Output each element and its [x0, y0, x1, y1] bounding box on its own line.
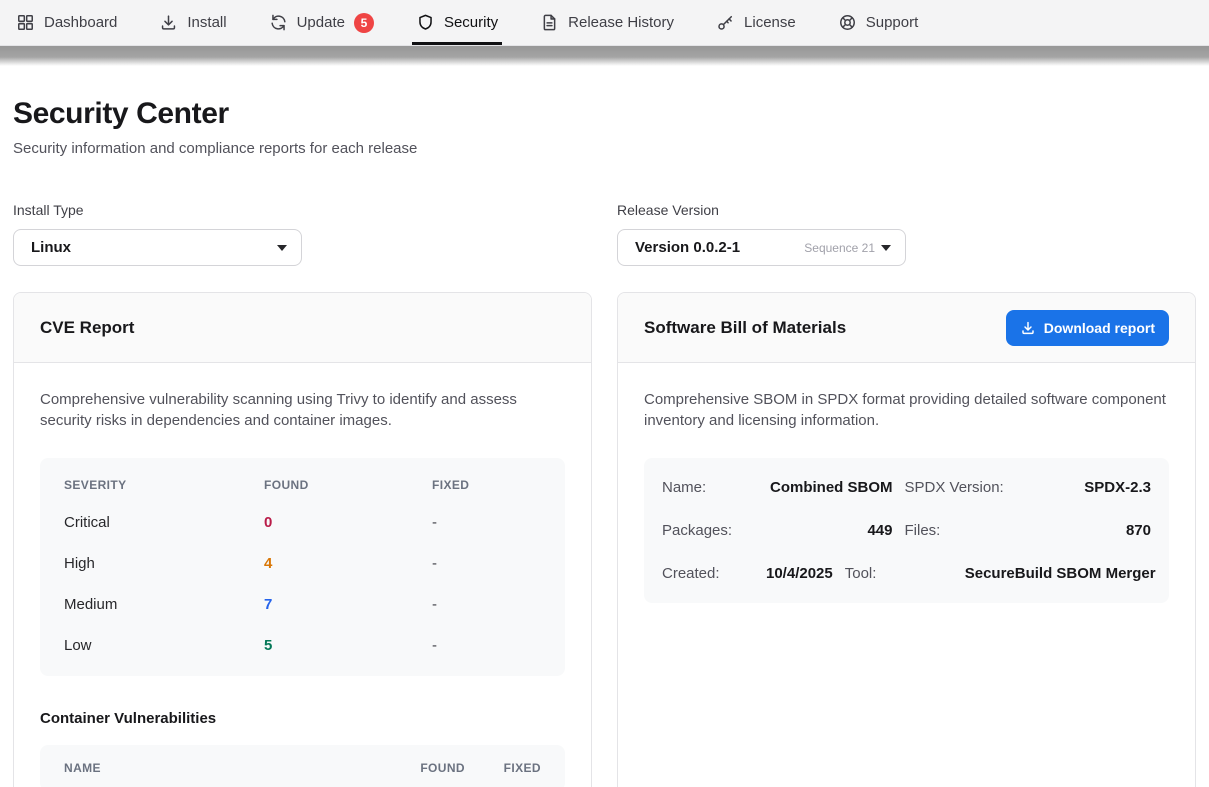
download-report-button[interactable]: Download report	[1006, 310, 1169, 346]
sbom-card-body: Comprehensive SBOM in SPDX format provid…	[618, 363, 1195, 629]
sbom-packages-label: Packages:	[662, 522, 754, 539]
sbom-tool-label: Tool:	[845, 565, 953, 582]
sbom-card-title: Software Bill of Materials	[644, 318, 846, 338]
sbom-created-label: Created:	[662, 565, 754, 582]
main-content: Security Center Security information and…	[0, 97, 1209, 787]
table-row: Created: 10/4/2025 Tool: SecureBuild SBO…	[662, 552, 1151, 595]
cve-card-header: CVE Report	[14, 293, 591, 363]
chevron-down-icon	[277, 245, 287, 251]
update-icon	[269, 13, 288, 32]
severity-table: SEVERITY FOUND FIXED Critical 0 - High 4…	[40, 458, 565, 676]
nav-label: Security	[444, 14, 498, 31]
nav-item-support[interactable]: Support	[838, 0, 919, 45]
col-found: FOUND	[264, 478, 432, 492]
nav-item-security[interactable]: Security	[416, 0, 498, 45]
sbom-spdx-value: SPDX-2.3	[1025, 479, 1152, 496]
table-row-medium: Medium 7 -	[64, 584, 541, 625]
release-version-select[interactable]: Version 0.0.2-1 Sequence 21	[617, 229, 906, 266]
page-title: Security Center	[13, 97, 1196, 131]
release-sequence-label: Sequence 21	[804, 241, 875, 255]
container-vulnerabilities-table-header: NAME FOUND FIXED	[40, 745, 565, 787]
page-subtitle: Security information and compliance repo…	[13, 140, 1196, 157]
table-row: Packages: 449 Files: 870	[662, 509, 1151, 552]
nav-label: Update	[297, 14, 345, 31]
top-navigation: Dashboard Install Update 5 Security Rele…	[0, 0, 1209, 46]
sbom-name-label: Name:	[662, 479, 754, 496]
header-divider-band	[0, 46, 1209, 66]
sbom-packages-value: 449	[766, 522, 893, 539]
nav-item-license[interactable]: License	[716, 0, 796, 45]
table-row-low: Low 5 -	[64, 625, 541, 666]
release-version-filter: Release Version Version 0.0.2-1 Sequence…	[617, 202, 1196, 266]
download-button-label: Download report	[1044, 320, 1155, 336]
install-type-label: Install Type	[13, 202, 592, 218]
sbom-details-table: Name: Combined SBOM SPDX Version: SPDX-2…	[644, 458, 1169, 603]
nav-item-update[interactable]: Update 5	[269, 0, 374, 45]
col-found: FOUND	[395, 761, 465, 775]
cve-card-body: Comprehensive vulnerability scanning usi…	[14, 363, 591, 787]
install-type-value: Linux	[31, 239, 71, 256]
release-version-label: Release Version	[617, 202, 1196, 218]
nav-label: License	[744, 14, 796, 31]
table-row-critical: Critical 0 -	[64, 502, 541, 543]
col-name: NAME	[64, 761, 377, 775]
sbom-spdx-label: SPDX Version:	[905, 479, 1013, 496]
cve-card-title: CVE Report	[40, 318, 134, 338]
install-icon	[159, 13, 178, 32]
nav-label: Release History	[568, 14, 674, 31]
download-icon	[1020, 320, 1036, 336]
release-version-value: Version 0.0.2-1	[635, 239, 740, 256]
nav-label: Install	[187, 14, 226, 31]
cve-report-card: CVE Report Comprehensive vulnerability s…	[13, 292, 592, 787]
sbom-name-value: Combined SBOM	[766, 479, 893, 496]
table-row-high: High 4 -	[64, 543, 541, 584]
license-key-icon	[716, 13, 735, 32]
sbom-card: Software Bill of Materials Download repo…	[617, 292, 1196, 787]
chevron-down-icon	[881, 245, 891, 251]
sbom-tool-value: SecureBuild SBOM Merger	[965, 565, 1156, 582]
filters-row: Install Type Linux Release Version Versi…	[13, 202, 1196, 266]
severity-table-header: SEVERITY FOUND FIXED	[64, 463, 541, 502]
install-type-filter: Install Type Linux	[13, 202, 592, 266]
col-severity: SEVERITY	[64, 478, 264, 492]
sbom-card-header: Software Bill of Materials Download repo…	[618, 293, 1195, 363]
sbom-created-value: 10/4/2025	[766, 565, 833, 582]
nav-label: Support	[866, 14, 919, 31]
nav-item-install[interactable]: Install	[159, 0, 226, 45]
nav-item-release-history[interactable]: Release History	[540, 0, 674, 45]
install-type-select[interactable]: Linux	[13, 229, 302, 266]
nav-label: Dashboard	[44, 14, 117, 31]
cve-description: Comprehensive vulnerability scanning usi…	[40, 389, 565, 432]
dashboard-icon	[16, 13, 35, 32]
nav-item-dashboard[interactable]: Dashboard	[16, 0, 117, 45]
security-shield-icon	[416, 13, 435, 32]
col-fixed: FIXED	[483, 761, 541, 775]
table-row: Name: Combined SBOM SPDX Version: SPDX-2…	[662, 466, 1151, 509]
container-vulnerabilities-title: Container Vulnerabilities	[40, 710, 565, 727]
sbom-files-label: Files:	[905, 522, 1013, 539]
release-history-icon	[540, 13, 559, 32]
update-count-badge: 5	[354, 13, 374, 33]
sbom-files-value: 870	[1025, 522, 1152, 539]
report-cards-row: CVE Report Comprehensive vulnerability s…	[13, 292, 1196, 787]
sbom-description: Comprehensive SBOM in SPDX format provid…	[644, 389, 1169, 432]
col-fixed: FIXED	[432, 478, 541, 492]
support-lifebuoy-icon	[838, 13, 857, 32]
